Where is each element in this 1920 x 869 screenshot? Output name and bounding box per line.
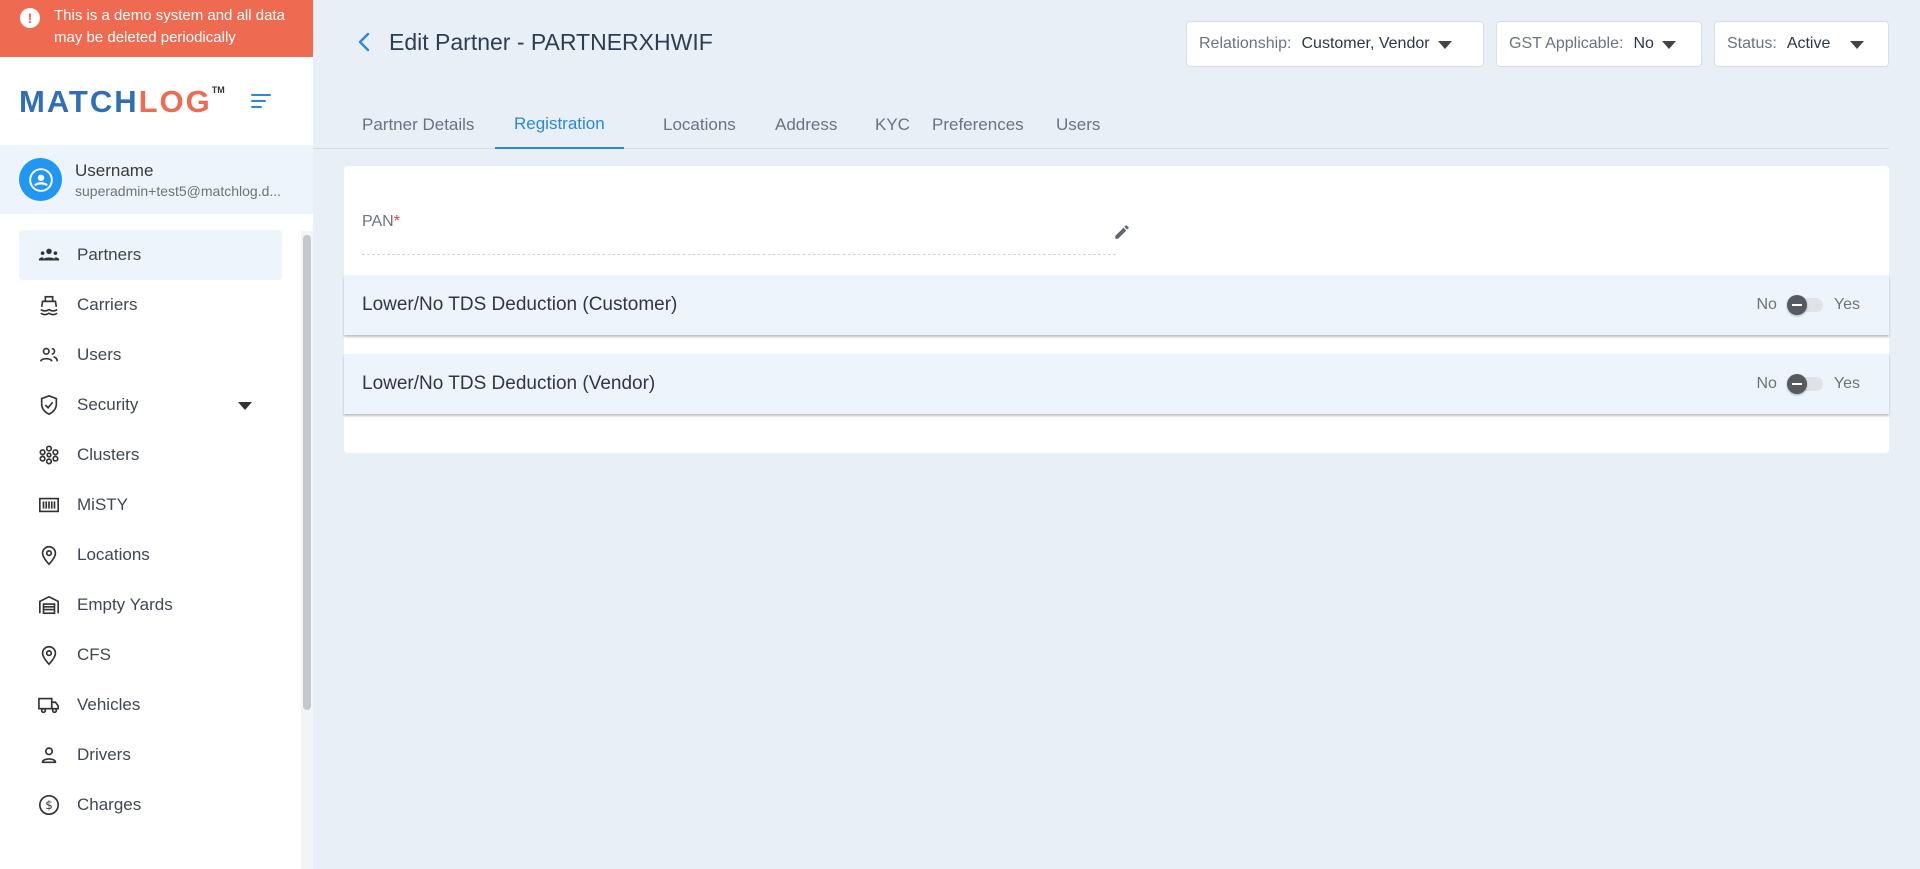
dropdown-arrow-icon (1850, 34, 1865, 54)
tab-locations[interactable]: Locations (644, 101, 755, 149)
sidebar-item-label: Charges (77, 795, 142, 814)
sidebar-item-label: Users (77, 345, 122, 364)
sidebar-item-label: CFS (77, 645, 111, 664)
dollar-icon: $ (38, 794, 60, 816)
demo-warning-text: This is a demo system and all data may b… (54, 7, 285, 46)
dropdown-arrow-icon (1437, 34, 1452, 54)
tds-vendor-title: Lower/No TDS Deduction (Vendor) (362, 373, 656, 394)
sidebar: ! This is a demo system and all data may… (0, 0, 313, 869)
main-content: Edit Partner - PARTNERXHWIF Relationship… (313, 0, 1920, 869)
location-pin-icon (38, 644, 60, 666)
tab-partner-details[interactable]: Partner Details (343, 101, 493, 149)
sidebar-item-charges[interactable]: $ Charges (19, 780, 282, 830)
toggle-off-icon (1786, 374, 1807, 394)
avatar (19, 158, 62, 201)
sidebar-item-label: Carriers (77, 295, 138, 314)
partners-icon (38, 244, 60, 266)
sidebar-item-label: Clusters (77, 445, 140, 464)
tds-vendor-panel[interactable]: Lower/No TDS Deduction (Vendor) No Yes (344, 354, 1889, 414)
sidebar-item-security[interactable]: Security (19, 380, 282, 430)
ship-icon (38, 294, 60, 316)
sidebar-nav: Partners Carriers Users Security Cluster… (0, 214, 313, 830)
status-select[interactable]: Status: Active (1714, 21, 1889, 67)
sidebar-item-label: Partners (77, 245, 142, 264)
tab-address[interactable]: Address (756, 101, 856, 149)
sidebar-item-misty[interactable]: MiSTY (19, 480, 282, 530)
sidebar-item-cfs[interactable]: CFS (19, 630, 282, 680)
sidebar-item-label: Vehicles (77, 695, 141, 714)
sidebar-item-label: Locations (77, 545, 150, 564)
demo-warning-banner: ! This is a demo system and all data may… (0, 0, 313, 57)
tab-users[interactable]: Users (1037, 101, 1119, 149)
container-icon (38, 494, 60, 516)
sidebar-item-empty-yards[interactable]: Empty Yards (19, 580, 282, 630)
sidebar-item-drivers[interactable]: Drivers (19, 730, 282, 780)
user-name: Username (75, 160, 154, 180)
pan-field-underline (362, 254, 1116, 255)
sidebar-scrollbar-thumb[interactable] (303, 235, 311, 710)
edit-pencil-icon[interactable] (1113, 223, 1131, 246)
toggle-yes-label: Yes (1833, 375, 1860, 392)
clusters-icon (38, 444, 60, 466)
sidebar-item-label: Drivers (77, 745, 131, 764)
sidebar-item-label: Empty Yards (77, 595, 173, 614)
relationship-select[interactable]: Relationship: Customer, Vendor (1186, 21, 1484, 67)
sidebar-item-clusters[interactable]: Clusters (19, 430, 282, 480)
sidebar-item-locations[interactable]: Locations (19, 530, 282, 580)
tds-customer-title: Lower/No TDS Deduction (Customer) (362, 294, 678, 315)
user-email: superadmin+test5@matchlog.d... (75, 182, 282, 199)
dropdown-arrow-icon (1661, 34, 1676, 54)
tds-vendor-toggle[interactable] (1786, 374, 1823, 394)
toggle-no-label: No (1756, 296, 1777, 313)
pan-field-label: PAN* (362, 213, 400, 230)
toggle-off-icon (1786, 295, 1807, 315)
truck-icon (38, 694, 60, 716)
toggle-yes-label: Yes (1833, 296, 1860, 313)
back-arrow-icon[interactable] (353, 30, 377, 54)
location-pin-icon (38, 544, 60, 566)
tds-customer-toggle[interactable] (1786, 295, 1823, 315)
user-avatar-icon (28, 167, 53, 192)
menu-toggle-icon[interactable] (249, 89, 273, 113)
warehouse-icon (38, 594, 60, 616)
sidebar-item-carriers[interactable]: Carriers (19, 280, 282, 330)
sidebar-item-label: Security (77, 395, 139, 414)
users-icon (38, 344, 60, 366)
tab-preferences[interactable]: Preferences (913, 101, 1043, 149)
shield-icon (38, 394, 60, 416)
registration-card: PAN* Lower/No TDS Deduction (Customer) N… (344, 166, 1889, 453)
sidebar-item-partners[interactable]: Partners (19, 230, 282, 280)
matchlog-logo[interactable]: MATCHLOGTM (19, 85, 225, 117)
chevron-down-icon[interactable] (238, 395, 252, 415)
page-title: Edit Partner - PARTNERXHWIF (389, 29, 713, 55)
sidebar-item-label: MiSTY (77, 495, 128, 514)
sidebar-item-users[interactable]: Users (19, 330, 282, 380)
sidebar-item-vehicles[interactable]: Vehicles (19, 680, 282, 730)
person-icon (38, 744, 60, 766)
gst-applicable-select[interactable]: GST Applicable: No (1496, 21, 1702, 67)
tab-registration[interactable]: Registration (495, 101, 624, 149)
tds-customer-panel[interactable]: Lower/No TDS Deduction (Customer) No Yes (344, 275, 1889, 335)
user-profile[interactable]: Username superadmin+test5@matchlog.d... (0, 145, 313, 214)
tab-bar: Partner Details Registration Locations A… (313, 101, 1889, 149)
toggle-no-label: No (1756, 375, 1777, 392)
svg-text:$: $ (45, 798, 53, 812)
logo-row: MATCHLOGTM (0, 57, 313, 145)
alert-icon: ! (20, 8, 40, 28)
